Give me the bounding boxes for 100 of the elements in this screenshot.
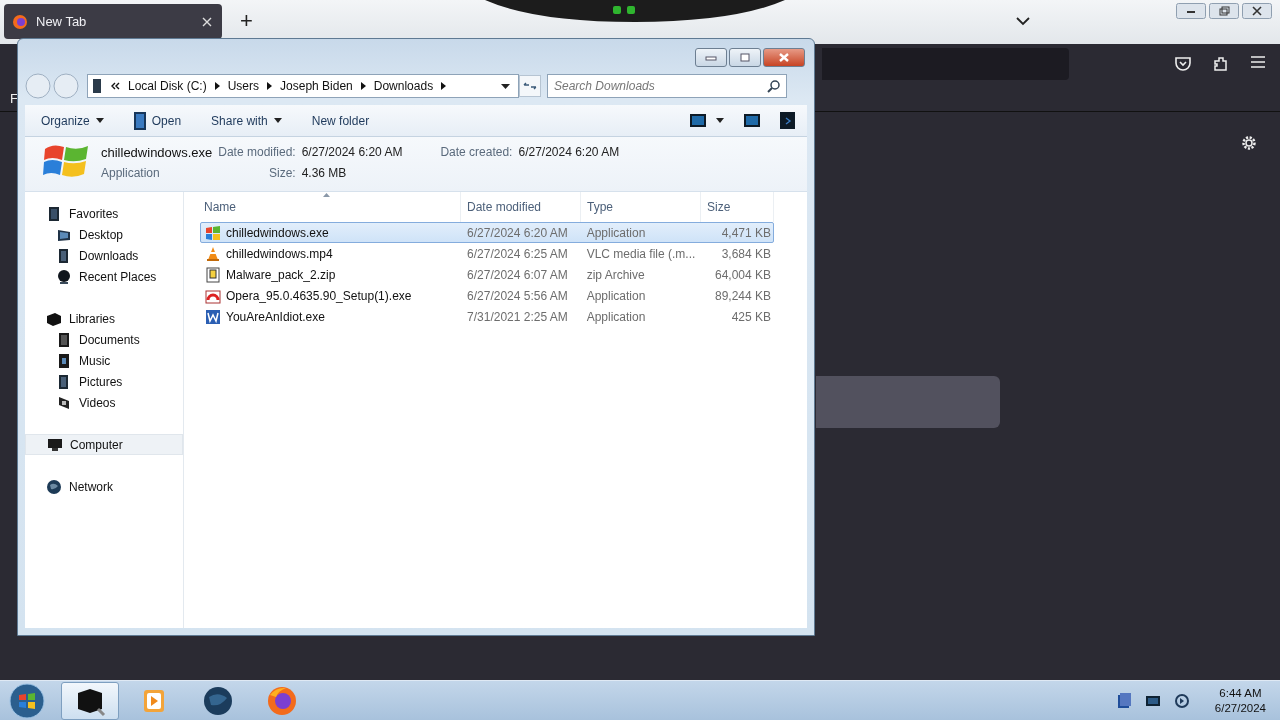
action-center-icon[interactable] [1115, 692, 1132, 709]
table-cell: 425 KB [731, 309, 771, 324]
file-row[interactable]: chilledwindows.exe 6/27/2024 6:20 AM Application 4,471 KB [200, 222, 774, 243]
traffic-cone-icon [205, 245, 221, 262]
pocket-icon[interactable] [1174, 55, 1192, 73]
libraries-icon [46, 310, 62, 327]
favorites-icon [46, 205, 62, 222]
overflow-chevron-icon [110, 82, 120, 90]
table-cell: 89,244 KB [714, 288, 771, 303]
address-bar[interactable]: Local Disk (C:) Users Joseph Biden Downloads [87, 74, 519, 98]
sidebar-item[interactable]: Computer [25, 434, 183, 455]
table-cell: 7/31/2021 2:25 AM [467, 309, 568, 324]
table-cell: 6/27/2024 6:07 AM [467, 267, 568, 282]
field-value: 6/27/2024 6:20 AM [518, 145, 620, 159]
caret-icon [95, 118, 104, 123]
table-cell: 6/27/2024 6:25 AM [467, 246, 568, 261]
sidebar-item[interactable]: Recent Places [25, 266, 183, 287]
application-icon [133, 111, 146, 130]
file-type: Application [101, 166, 161, 180]
restore-icon[interactable] [1209, 3, 1239, 19]
documents-icon [56, 331, 72, 348]
volume-icon[interactable] [1173, 692, 1190, 709]
breadcrumb-item[interactable]: Users [227, 79, 260, 93]
view-options-icon[interactable] [690, 114, 706, 127]
file-name[interactable]: YouAreAnIdiot.exe [226, 309, 325, 324]
search-field[interactable]: Search Downloads [547, 74, 787, 98]
sidebar-item[interactable]: Favorites [25, 203, 183, 224]
breadcrumb-item[interactable]: Local Disk (C:) [128, 79, 207, 93]
menu-icon[interactable] [1250, 55, 1266, 69]
caret-icon[interactable] [716, 118, 724, 123]
videos-icon [56, 394, 72, 411]
tab-title: New Tab [36, 14, 88, 29]
breadcrumb-item[interactable]: Downloads [373, 79, 434, 93]
document-w-icon [205, 308, 221, 325]
sidebar-item[interactable]: Music [25, 350, 183, 371]
maximize-button[interactable] [729, 48, 761, 67]
arrow-right-icon[interactable] [441, 82, 447, 90]
search-icon [767, 79, 781, 93]
table-cell: 6/27/2024 5:56 AM [467, 288, 568, 303]
clock[interactable]: 6:44 AM 6/27/2024 [1214, 685, 1266, 716]
refresh-button[interactable] [519, 75, 541, 97]
file-row[interactable]: Malware_pack_2.zip 6/27/2024 6:07 AM zip Archive 64,004 KB [200, 264, 774, 285]
close-button[interactable] [763, 48, 805, 67]
field-label: Date modified: [218, 145, 296, 159]
network-icon[interactable] [1144, 693, 1161, 708]
command-button[interactable]: Share with [205, 110, 288, 131]
file-name: chilledwindows.exe [101, 144, 213, 160]
arrow-right-icon[interactable] [214, 82, 220, 90]
file-row[interactable]: Opera_95.0.4635.90_Setup(1).exe 6/27/2024 5:56 AM Application 89,244 KB [200, 285, 774, 306]
preview-pane-icon[interactable] [744, 114, 760, 127]
file-name[interactable]: Malware_pack_2.zip [226, 267, 336, 282]
puzzle-icon[interactable] [1212, 55, 1230, 73]
minimize-button[interactable] [695, 48, 727, 67]
table-cell: 4,471 KB [721, 225, 771, 240]
file-row[interactable]: YouAreAnIdiot.exe 7/31/2021 2:25 AM Application 425 KB [200, 306, 774, 327]
time-text: 6:44 AM [1219, 685, 1262, 701]
start-button[interactable] [9, 682, 45, 719]
sidebar-item[interactable]: Videos [25, 392, 183, 413]
file-name[interactable]: Opera_95.0.4635.90_Setup(1).exe [226, 288, 412, 303]
setup-icon [205, 287, 221, 304]
sidebar-item[interactable]: Network [25, 476, 183, 497]
caret-icon [273, 118, 282, 123]
taskbar-button[interactable] [61, 681, 119, 720]
breadcrumb-item[interactable]: Joseph Biden [280, 79, 353, 93]
new-tab-button[interactable]: + [236, 8, 257, 34]
minimize-icon[interactable] [1176, 3, 1206, 19]
chevron-down-icon[interactable] [1016, 16, 1030, 26]
field-value: 6/27/2024 6:20 AM [301, 145, 403, 159]
drive-icon [92, 78, 102, 94]
help-icon[interactable] [780, 112, 795, 129]
settings-icon[interactable] [1240, 134, 1258, 152]
close-icon [777, 52, 791, 63]
sidebar-item[interactable]: Desktop [25, 224, 183, 245]
file-name[interactable]: chilledwindows.exe [226, 225, 329, 240]
browser-tab[interactable]: New Tab [4, 4, 222, 39]
command-button[interactable]: Open [127, 108, 188, 133]
table-cell: zip Archive [586, 267, 645, 282]
arrow-right-icon[interactable] [360, 82, 366, 90]
windows-logo-icon [205, 224, 221, 241]
archive-icon [205, 266, 221, 283]
music-icon [56, 352, 72, 369]
sidebar-item[interactable]: Downloads [25, 245, 183, 266]
file-row[interactable]: chilledwindows.mp4 6/27/2024 6:25 AM VLC media file (.m... 3,684 KB [200, 243, 774, 264]
arrow-right-icon[interactable] [267, 82, 273, 90]
field-label: Size: [267, 166, 296, 180]
sidebar-item[interactable]: Pictures [25, 371, 183, 392]
date-text: 6/27/2024 [1214, 700, 1266, 716]
sidebar-item[interactable]: Documents [25, 329, 183, 350]
sidebar-item[interactable]: Libraries [25, 308, 183, 329]
dropdown-icon[interactable] [501, 83, 510, 89]
command-button[interactable]: Organize [35, 110, 110, 131]
field-value: 4.36 MB [301, 166, 348, 180]
sort-arrow-icon [323, 193, 330, 197]
table-cell: 64,004 KB [714, 267, 771, 282]
file-name[interactable]: chilledwindows.mp4 [226, 246, 333, 261]
table-cell: Application [586, 225, 646, 240]
command-button[interactable]: New folder [305, 110, 376, 131]
table-cell: Application [586, 309, 646, 324]
close-icon[interactable] [1242, 3, 1272, 19]
firefox-icon [12, 13, 28, 30]
